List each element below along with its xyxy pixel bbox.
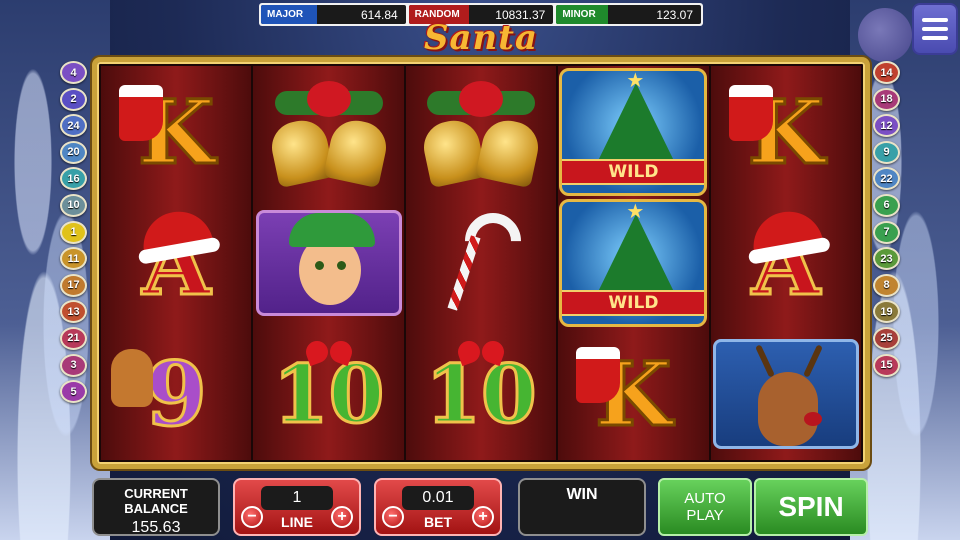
bet-plus-button[interactable]: + [472, 506, 494, 528]
reel-symbol [406, 198, 556, 328]
reel-symbol: ★ WILD [558, 198, 708, 328]
reel-symbol: K [558, 329, 708, 459]
payline-badge[interactable]: 14 [873, 61, 900, 84]
line-stepper: 1 − LINE + [233, 478, 361, 536]
payline-badge[interactable]: 22 [873, 167, 900, 191]
gingerbread-icon [111, 349, 153, 408]
payline-badge[interactable]: 21 [60, 326, 87, 350]
jackpot-major-value: 614.84 [360, 7, 398, 22]
payline-badge[interactable]: 23 [873, 247, 900, 271]
balance-panel: CURRENT BALANCE 155.63 [92, 478, 220, 536]
star-icon: ★ [626, 69, 645, 92]
stocking-icon [728, 84, 773, 141]
payline-badges-left: 4 2 24 20 16 10 1 11 17 13 21 3 5 [60, 61, 87, 404]
payline-badge[interactable]: 10 [60, 193, 87, 217]
reels: K A 9 10 10 ★ WILD ★ WILD K K A [101, 66, 862, 460]
game-logo: Santa [423, 18, 539, 58]
bells-icon [419, 77, 543, 188]
payline-badge[interactable]: 8 [873, 273, 900, 297]
payline-badges-right: 14 18 12 9 22 6 7 23 8 19 25 15 [873, 61, 900, 377]
reel: KA [710, 66, 862, 460]
reel-symbol: 10 [253, 329, 403, 459]
payline-badge[interactable]: 15 [873, 353, 900, 377]
reel: 10 [253, 66, 404, 460]
candy-cane-icon [449, 213, 513, 313]
reel-symbol [711, 329, 861, 459]
wild-label: WILD [562, 289, 705, 316]
reindeer-icon [712, 339, 859, 450]
spin-button[interactable]: SPIN [754, 478, 868, 536]
payline-badge[interactable]: 5 [60, 380, 87, 404]
stocking-icon [119, 84, 163, 141]
star-icon: ★ [626, 200, 645, 223]
jackpot-minor: MINOR 123.07 [556, 5, 702, 24]
reel-symbol [406, 67, 556, 197]
bow-icon [306, 337, 352, 367]
reel-frame: K A 9 10 10 ★ WILD ★ WILD K K A [92, 57, 870, 469]
elf-icon [255, 209, 402, 316]
wild-symbol: ★ WILD [559, 67, 708, 196]
christmas-tree-icon [596, 213, 677, 296]
moon [858, 8, 912, 62]
reel-symbol: 9 [101, 329, 251, 459]
payline-badge[interactable]: 18 [873, 87, 900, 111]
line-value: 1 [261, 486, 333, 510]
stocking-icon [576, 347, 621, 404]
win-label: WIN [566, 486, 598, 503]
reel-symbol [253, 198, 403, 328]
reel-symbol: A [711, 198, 861, 328]
reel-symbol [253, 67, 403, 197]
christmas-tree-icon [596, 82, 677, 165]
auto-play-button[interactable]: AUTO PLAY [658, 478, 752, 536]
bow-icon [458, 337, 504, 367]
jackpot-major-label: MAJOR [261, 5, 317, 24]
payline-badge[interactable]: 16 [60, 167, 87, 191]
win-panel: WIN [518, 478, 646, 536]
reel: ★ WILD ★ WILD K [558, 66, 709, 460]
reel-symbol: 10 [406, 329, 556, 459]
reel-symbol: ★ WILD [558, 67, 708, 197]
jackpot-minor-label: MINOR [556, 5, 609, 24]
balance-value: 155.63 [131, 519, 181, 536]
jackpot-minor-value: 123.07 [656, 7, 694, 22]
payline-badge[interactable]: 9 [873, 140, 900, 164]
payline-badge[interactable]: 20 [60, 140, 87, 164]
payline-badge[interactable]: 17 [60, 273, 87, 297]
payline-badge[interactable]: 24 [60, 114, 87, 138]
payline-badge[interactable]: 4 [60, 61, 87, 84]
symbol-letter: 9 [144, 342, 208, 447]
reel-symbol: K [101, 67, 251, 197]
reel-symbol: K [711, 67, 861, 197]
auto-play-label-2: PLAY [686, 507, 724, 524]
payline-badge[interactable]: 11 [60, 247, 87, 271]
payline-badge[interactable]: 25 [873, 326, 900, 350]
reel: KA 9 [101, 66, 252, 460]
menu-icon [922, 18, 948, 22]
wild-label: WILD [562, 158, 705, 185]
payline-badge[interactable]: 3 [60, 353, 87, 377]
bet-stepper: 0.01 − BET + [374, 478, 502, 536]
balance-label: CURRENT BALANCE [124, 486, 188, 516]
line-plus-button[interactable]: + [331, 506, 353, 528]
payline-badge[interactable]: 1 [60, 220, 87, 244]
payline-badge[interactable]: 6 [873, 193, 900, 217]
jackpot-major: MAJOR 614.84 [261, 5, 406, 24]
payline-badge[interactable]: 13 [60, 300, 87, 324]
payline-badge[interactable]: 19 [873, 300, 900, 324]
reel-symbol: A [101, 198, 251, 328]
bells-icon [266, 77, 391, 188]
payline-badge[interactable]: 12 [873, 114, 900, 138]
menu-button[interactable] [914, 5, 956, 53]
payline-badge[interactable]: 7 [873, 220, 900, 244]
bet-value: 0.01 [402, 486, 474, 510]
wild-symbol: ★ WILD [559, 198, 708, 327]
reel: 10 [405, 66, 557, 460]
auto-play-label-1: AUTO [684, 490, 726, 507]
payline-badge[interactable]: 2 [60, 87, 87, 111]
